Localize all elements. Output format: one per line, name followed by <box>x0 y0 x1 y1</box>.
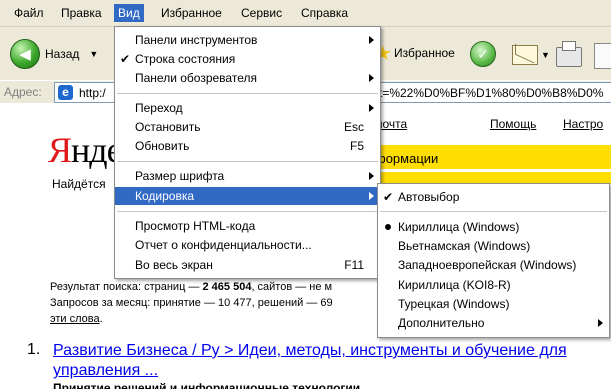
back-button-label: Назад <box>45 47 80 61</box>
menu-separator <box>117 161 378 162</box>
nav-help-link[interactable]: Помощь <box>490 117 536 131</box>
view-menu-explorer-bars[interactable]: Панели обозревателя <box>115 69 380 87</box>
document-icon <box>594 43 611 69</box>
submenu-arrow-icon <box>369 104 374 112</box>
favorites-button[interactable]: ★ Избранное <box>372 42 455 65</box>
menu-favorites[interactable]: Избранное <box>157 4 226 22</box>
encoding-turkish-windows[interactable]: Турецкая (Windows) <box>378 295 609 313</box>
result-title-link[interactable]: Развитие Бизнеса / Ру > Идеи, методы, ин… <box>53 341 608 381</box>
back-dropdown-icon[interactable]: ▼ <box>89 49 98 59</box>
radio-dot-icon <box>385 224 391 230</box>
submenu-arrow-icon <box>369 172 374 180</box>
menu-separator <box>380 211 607 212</box>
view-menu: Панели инструментов ✔ Строка состояния П… <box>114 26 381 279</box>
search-results-summary: Результат поиска: страниц — 2 465 504, с… <box>50 281 333 325</box>
results-pages-count: 2 465 504 <box>202 281 252 293</box>
submenu-arrow-icon <box>598 319 603 327</box>
encoding-vietnamese-windows[interactable]: Вьетнамская (Windows) <box>378 237 609 255</box>
ie-page-icon: e <box>58 85 73 100</box>
view-menu-text-size[interactable]: Размер шрифта <box>115 167 380 185</box>
mail-icon <box>512 45 538 65</box>
encoding-cyrillic-windows[interactable]: Кириллица (Windows) <box>378 218 609 236</box>
address-value-start: http:/ <box>79 86 106 100</box>
mail-button[interactable]: ▼ <box>512 45 550 65</box>
menu-file[interactable]: Файл <box>10 4 48 22</box>
result-number: 1. <box>27 341 41 358</box>
encoding-more[interactable]: Дополнительно <box>378 314 609 332</box>
menu-separator <box>117 93 378 94</box>
view-menu-refresh[interactable]: Обновить F5 <box>115 137 380 155</box>
menu-bar: Файл Правка Вид Избранное Сервис Справка <box>0 0 611 27</box>
these-words-link[interactable]: эти слова <box>50 313 100 325</box>
view-menu-full-screen[interactable]: Во весь экран F11 <box>115 256 380 274</box>
encoding-auto-select[interactable]: ✔ Автовыбор <box>378 188 609 206</box>
nav-settings-link[interactable]: Настро <box>563 117 603 131</box>
view-menu-source[interactable]: Просмотр HTML-кода <box>115 217 380 235</box>
encoding-submenu: ✔ Автовыбор Кириллица (Windows) Вьетнамс… <box>377 183 610 338</box>
yandex-logo[interactable]: Янде <box>48 129 123 171</box>
address-label: Адрес: <box>4 85 42 99</box>
menu-tools[interactable]: Сервис <box>237 4 286 22</box>
check-icon: ✔ <box>383 190 394 204</box>
mail-dropdown-icon[interactable]: ▼ <box>541 50 550 60</box>
history-icon: ✓ <box>470 41 496 67</box>
print-button[interactable] <box>556 41 582 67</box>
view-menu-stop[interactable]: Остановить Esc <box>115 118 380 136</box>
encoding-western-european-windows[interactable]: Западноевропейская (Windows) <box>378 256 609 274</box>
view-menu-toolbars[interactable]: Панели инструментов <box>115 31 380 49</box>
search-heading-text: формации <box>375 151 439 166</box>
result-snippet: Принятие решений и информационные технол… <box>53 381 361 389</box>
favorites-button-label: Избранное <box>394 46 455 60</box>
check-icon: ✔ <box>120 52 131 66</box>
menu-edit[interactable]: Правка <box>57 4 106 22</box>
history-button[interactable]: ✓ <box>470 41 496 67</box>
back-button[interactable]: ◀ Назад ▼ <box>10 39 98 69</box>
view-menu-status-bar[interactable]: ✔ Строка состояния <box>115 50 380 68</box>
results-requests-line: Запросов за месяц: принятие — 10 477, ре… <box>50 297 333 309</box>
back-arrow-icon: ◀ <box>10 39 40 69</box>
submenu-arrow-icon <box>369 36 374 44</box>
encoding-cyrillic-koi8r[interactable]: Кириллица (KOI8-R) <box>378 276 609 294</box>
view-menu-privacy-report[interactable]: Отчет о конфиденциальности... <box>115 236 380 254</box>
edit-button[interactable] <box>594 43 611 69</box>
menu-view[interactable]: Вид <box>114 4 144 22</box>
submenu-arrow-icon <box>369 192 374 200</box>
view-menu-encoding[interactable]: Кодировка <box>115 187 380 205</box>
menu-separator <box>117 211 378 212</box>
menu-help[interactable]: Справка <box>297 4 352 22</box>
view-menu-go-to[interactable]: Переход <box>115 99 380 117</box>
printer-icon <box>556 41 582 67</box>
address-value-end: t=%22%D0%BF%D1%80%D0%B8%D0% <box>379 86 604 100</box>
submenu-arrow-icon <box>369 74 374 82</box>
logo-tagline: Найдётся <box>52 177 106 191</box>
